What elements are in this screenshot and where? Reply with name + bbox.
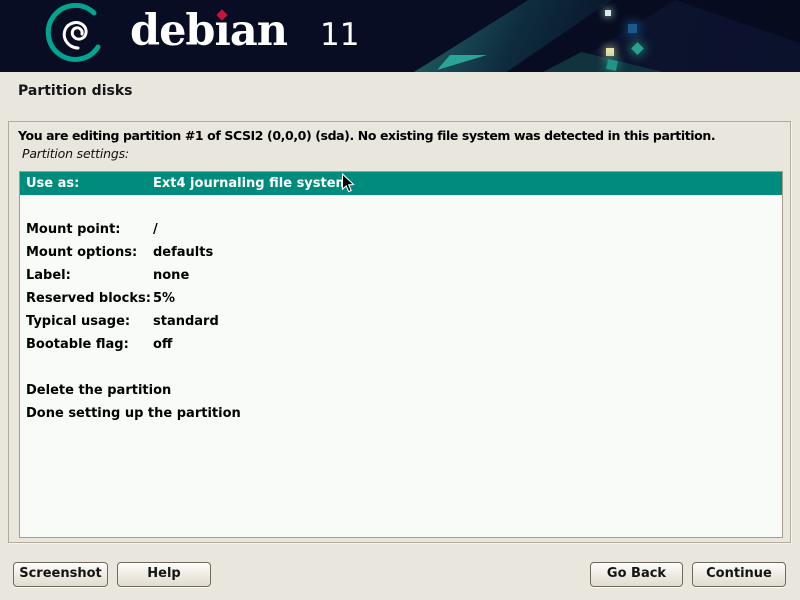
screenshot-button[interactable]: Screenshot <box>13 562 108 587</box>
partition-settings-list[interactable]: Use as: Ext4 journaling file system Moun… <box>19 171 783 538</box>
list-item-delete-partition[interactable]: Delete the partition <box>20 379 782 402</box>
list-item-done-setting-up[interactable]: Done setting up the partition <box>20 402 782 425</box>
list-item-typical-usage[interactable]: Typical usage: standard <box>20 310 782 333</box>
setting-label: Typical usage: <box>20 314 153 329</box>
question-subtitle: Partition settings: <box>22 146 129 161</box>
setting-value: / <box>153 222 782 237</box>
action-label: Delete the partition <box>20 383 171 398</box>
list-item-use-as[interactable]: Use as: Ext4 journaling file system <box>20 172 782 195</box>
continue-button[interactable]: Continue <box>692 562 786 587</box>
question-text: You are editing partition #1 of SCSI2 (0… <box>18 128 783 143</box>
setting-label: Use as: <box>20 176 153 191</box>
setting-value: 5% <box>153 291 782 306</box>
list-item-bootable-flag[interactable]: Bootable flag: off <box>20 333 782 356</box>
installer-banner: debıan 11 <box>0 0 800 72</box>
banner-confetti-square <box>606 48 614 56</box>
banner-confetti-square <box>605 10 611 16</box>
setting-label: Bootable flag: <box>20 337 153 352</box>
help-button[interactable]: Help <box>117 562 211 587</box>
list-spacer-row <box>20 195 782 218</box>
setting-value: off <box>153 337 782 352</box>
list-item-label[interactable]: Label: none <box>20 264 782 287</box>
debian-swirl-logo-icon <box>42 3 112 69</box>
debian-logotype: debıan <box>130 0 287 62</box>
action-label: Done setting up the partition <box>20 406 241 421</box>
banner-confetti-square <box>628 24 637 33</box>
setting-value: standard <box>153 314 782 329</box>
banner-confetti-square <box>606 59 618 71</box>
setting-label: Mount options: <box>20 245 153 260</box>
go-back-button[interactable]: Go Back <box>590 562 683 587</box>
setting-label: Label: <box>20 268 153 283</box>
setting-value: none <box>153 268 782 283</box>
mouse-cursor-icon <box>341 173 355 194</box>
page-title: Partition disks <box>18 83 132 99</box>
setting-value: Ext4 journaling file system <box>153 176 782 191</box>
list-item-reserved-blocks[interactable]: Reserved blocks: 5% <box>20 287 782 310</box>
list-item-mount-point[interactable]: Mount point: / <box>20 218 782 241</box>
debian-version: 11 <box>320 8 359 62</box>
question-frame: You are editing partition #1 of SCSI2 (0… <box>8 121 791 543</box>
list-item-mount-options[interactable]: Mount options: defaults <box>20 241 782 264</box>
list-spacer-row <box>20 356 782 379</box>
setting-value: defaults <box>153 245 782 260</box>
setting-label: Mount point: <box>20 222 153 237</box>
setting-label: Reserved blocks: <box>20 291 153 306</box>
